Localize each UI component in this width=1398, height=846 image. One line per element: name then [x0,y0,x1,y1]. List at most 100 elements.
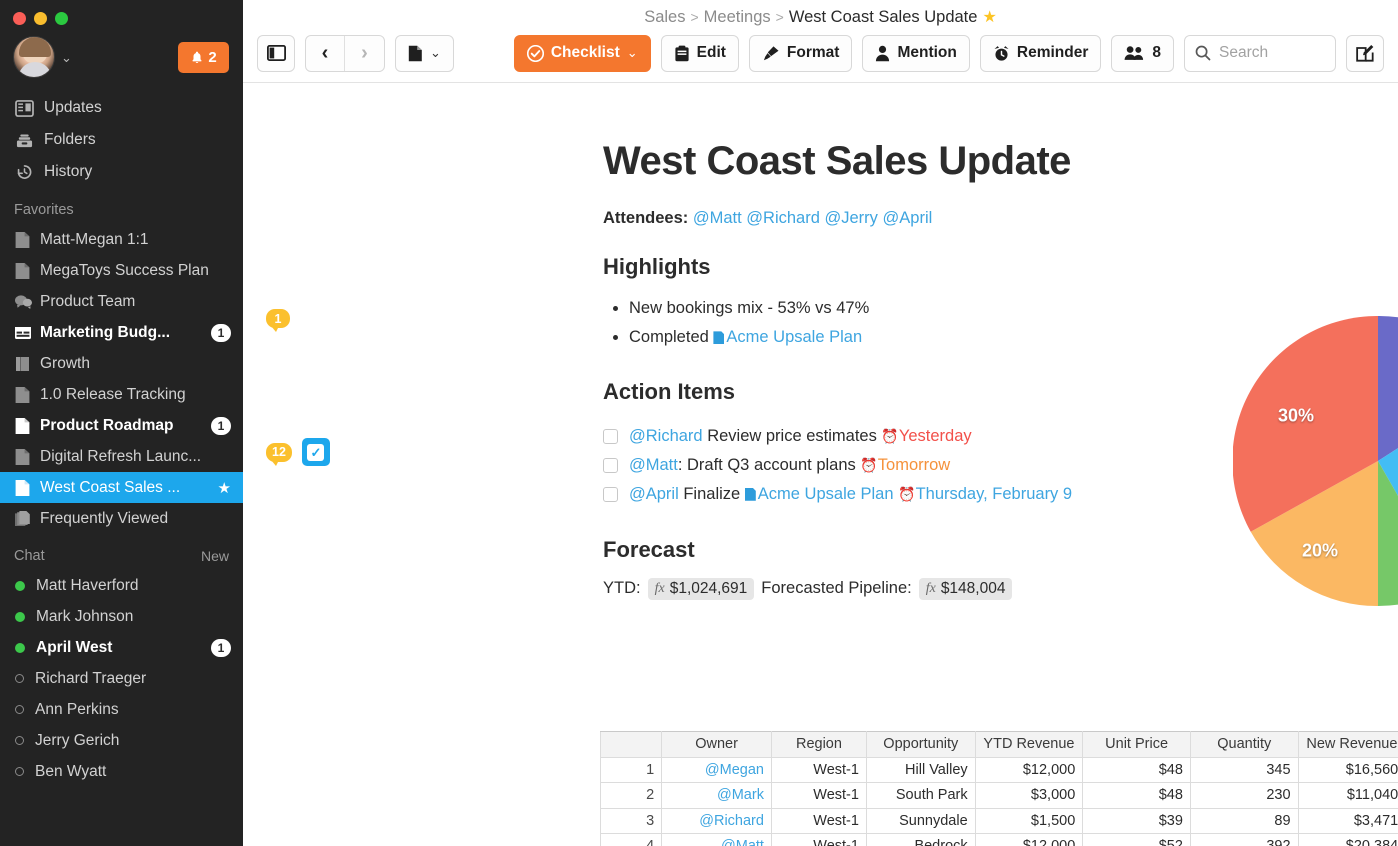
highlights-comment-marker[interactable]: 1 [266,309,290,332]
cell-opportunity[interactable]: Bedrock [865,833,976,846]
cell-ytd-revenue[interactable]: $3,000 [974,782,1084,809]
sidebar-item-growth[interactable]: Growth [0,348,243,379]
people-button[interactable]: 8 [1111,34,1174,72]
cell-quantity[interactable]: 392 [1189,833,1299,846]
format-button[interactable]: Format [748,34,853,72]
breadcrumb-meetings[interactable]: Meetings [704,8,771,27]
sidebar-item-digital-refresh[interactable]: Digital Refresh Launc... [0,441,243,472]
edit-button[interactable]: Edit [660,34,739,72]
cell-ytd-revenue[interactable]: $12,000 [974,756,1084,783]
star-icon[interactable]: ★ [218,479,231,497]
column-header-new-revenue[interactable]: New Revenue [1297,731,1398,758]
breadcrumb-sales[interactable]: Sales [644,8,685,27]
doc-type-menu-button[interactable]: ⌄ [395,34,454,72]
comment-count-bubble[interactable]: 1 [266,309,290,332]
highlight-link[interactable]: Acme Upsale Plan [726,328,862,346]
cell-unit-price[interactable]: $48 [1082,782,1191,809]
chat-item-richard-traeger[interactable]: Richard Traeger [0,663,243,694]
sidebar-toggle-button[interactable] [257,34,295,72]
close-window-button[interactable] [13,11,26,25]
comment-count-bubble[interactable]: 12 [266,442,292,466]
cell-unit-price[interactable]: $52 [1082,833,1191,846]
column-header-ytd-revenue[interactable]: YTD Revenue [974,731,1084,758]
cell-region[interactable]: West-1 [770,833,867,846]
column-header-unit-price[interactable]: Unit Price [1082,731,1191,758]
search-input[interactable]: Search [1184,34,1336,72]
checklist-button[interactable]: Checklist ⌄ [513,34,651,72]
cell-ytd-revenue[interactable]: $12,000 [974,833,1084,846]
sidebar-item-frequently-viewed[interactable]: Frequently Viewed [0,503,243,534]
column-header-owner[interactable]: Owner [661,731,772,758]
table-row[interactable]: 2 @Mark West-1 South Park $3,000 $48 230… [599,782,1398,809]
chat-new-button[interactable]: New [201,548,229,564]
checklist-toggle-button[interactable]: ✓ [301,438,330,466]
sidebar-item-folders[interactable]: Folders [0,124,243,156]
table-row[interactable]: 1 @Megan West-1 Hill Valley $12,000 $48 … [599,756,1398,783]
chat-item-ann-perkins[interactable]: Ann Perkins [0,694,243,725]
cell-new-revenue[interactable]: $11,040 [1297,782,1398,809]
assignee-mention[interactable]: @Matt [629,456,678,474]
cell-owner[interactable]: @Mark [661,782,772,809]
minimize-window-button[interactable] [34,11,47,25]
attendee-mention[interactable]: @Richard [746,209,820,227]
cell-quantity[interactable]: 230 [1189,782,1299,809]
checkbox[interactable] [603,428,618,444]
chat-item-april-west[interactable]: April West 1 [0,632,243,663]
cell-opportunity[interactable]: South Park [865,782,976,809]
assignee-mention[interactable]: @April [629,485,679,503]
checkbox[interactable] [603,486,618,502]
favorite-star-icon[interactable]: ★ [982,7,996,27]
sidebar-item-matt-megan[interactable]: Matt-Megan 1:1 [0,224,243,255]
action-item-link[interactable]: Acme Upsale Plan [758,485,894,503]
column-header-rownum[interactable] [599,731,663,758]
ytd-value-chip[interactable]: fx $1,024,691 [647,577,755,600]
cell-region[interactable]: West-1 [770,756,867,783]
chat-item-jerry-gerich[interactable]: Jerry Gerich [0,725,243,756]
due-date[interactable]: Tomorrow [878,456,950,474]
sidebar-item-release-tracking[interactable]: 1.0 Release Tracking [0,379,243,410]
pipeline-value-chip[interactable]: fx $148,004 [918,577,1013,600]
sidebar-item-history[interactable]: History [0,156,243,188]
due-date[interactable]: Yesterday [899,427,972,445]
sidebar-item-megatoys[interactable]: MegaToys Success Plan [0,255,243,286]
cell-owner[interactable]: @Richard [661,807,772,834]
column-header-region[interactable]: Region [770,731,867,758]
cell-unit-price[interactable]: $48 [1082,756,1191,783]
checkbox[interactable] [603,457,618,473]
cell-opportunity[interactable]: Sunnydale [865,807,976,834]
cell-quantity[interactable]: 89 [1189,807,1299,834]
back-button[interactable]: ‹ [306,35,345,71]
cell-unit-price[interactable]: $39 [1082,807,1191,834]
table-row[interactable]: 4 @Matt West-1 Bedrock $12,000 $52 392 $… [599,833,1398,846]
chat-item-ben-wyatt[interactable]: Ben Wyatt [0,756,243,787]
cell-ytd-revenue[interactable]: $1,500 [974,807,1084,834]
chat-item-matt-haverford[interactable]: Matt Haverford [0,570,243,601]
maximize-window-button[interactable] [55,11,68,25]
notifications-button[interactable]: 2 [178,41,229,73]
compose-button[interactable] [1346,34,1384,72]
avatar[interactable] [13,36,55,78]
sidebar-item-west-coast-sales[interactable]: West Coast Sales ... ★ [0,472,243,503]
cell-region[interactable]: West-1 [770,782,867,809]
column-header-quantity[interactable]: Quantity [1189,731,1299,758]
cell-quantity[interactable]: 345 [1189,756,1299,783]
sidebar-item-product-roadmap[interactable]: Product Roadmap 1 [0,410,243,441]
forward-button[interactable]: › [345,36,384,71]
attendee-mention[interactable]: @Matt [693,209,742,227]
sidebar-item-marketing-budget[interactable]: Marketing Budg... 1 [0,317,243,348]
column-header-opportunity[interactable]: Opportunity [865,731,976,758]
cell-new-revenue[interactable]: $20,384 [1297,833,1398,846]
attendee-mention[interactable]: @April [883,209,933,227]
cell-owner[interactable]: @Matt [661,833,772,846]
cell-opportunity[interactable]: Hill Valley [865,756,976,783]
cell-owner[interactable]: @Megan [661,756,772,783]
assignee-mention[interactable]: @Richard [629,427,703,445]
chevron-down-icon[interactable]: ⌄ [61,51,72,64]
mention-button[interactable]: Mention [862,34,970,72]
table-row[interactable]: 3 @Richard West-1 Sunnydale $1,500 $39 8… [599,807,1398,834]
sidebar-item-product-team[interactable]: Product Team [0,286,243,317]
cell-new-revenue[interactable]: $3,471 [1297,807,1398,834]
sidebar-item-updates[interactable]: Updates [0,92,243,124]
attendee-mention[interactable]: @Jerry [825,209,878,227]
chat-item-mark-johnson[interactable]: Mark Johnson [0,601,243,632]
